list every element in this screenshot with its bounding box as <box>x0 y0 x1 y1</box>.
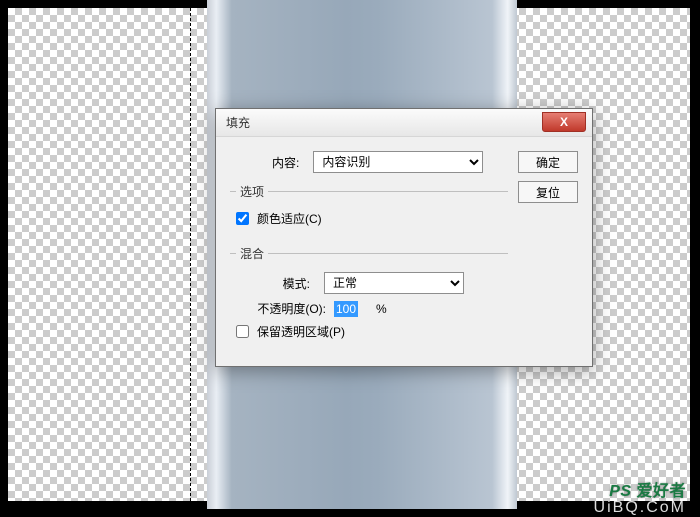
opacity-unit: % <box>376 302 387 316</box>
content-select[interactable]: 内容识别 <box>313 151 483 173</box>
dialog-left-column: 内容: 内容识别 选项 颜色适应(C) 混合 模式: 正常 <box>230 151 508 348</box>
close-button[interactable]: X <box>542 112 586 132</box>
options-legend: 选项 <box>236 183 268 200</box>
preserve-transparency-checkbox[interactable] <box>236 325 249 338</box>
marching-ants-selection <box>190 8 191 501</box>
mode-select[interactable]: 正常 <box>324 272 464 294</box>
watermark-url: UiBQ.CoM <box>594 499 686 517</box>
dialog-right-column: 确定 复位 <box>518 151 578 348</box>
fill-dialog: 填充 X 内容: 内容识别 选项 颜色适应(C) 混合 <box>215 108 593 367</box>
color-adapt-checkbox[interactable] <box>236 212 249 225</box>
dialog-titlebar[interactable]: 填充 X <box>216 109 592 137</box>
mode-label: 模式: <box>254 275 310 292</box>
dialog-title: 填充 <box>226 114 250 131</box>
close-icon: X <box>560 115 568 129</box>
ok-button[interactable]: 确定 <box>518 151 578 173</box>
opacity-input[interactable]: 100 <box>334 301 358 317</box>
preserve-transparency-label: 保留透明区域(P) <box>257 323 345 340</box>
watermark-logo: PS 爱好者 <box>609 477 686 501</box>
blend-fieldset: 混合 模式: 正常 不透明度(O): 100 % 保留透明区域(P) <box>230 245 508 348</box>
color-adapt-label: 颜色适应(C) <box>257 210 322 227</box>
options-fieldset: 选项 颜色适应(C) <box>230 183 508 235</box>
opacity-label: 不透明度(O): <box>236 300 326 317</box>
blend-legend: 混合 <box>236 245 268 262</box>
dialog-content: 内容: 内容识别 选项 颜色适应(C) 混合 模式: 正常 <box>216 137 592 366</box>
content-label: 内容: <box>272 154 299 171</box>
reset-button[interactable]: 复位 <box>518 181 578 203</box>
